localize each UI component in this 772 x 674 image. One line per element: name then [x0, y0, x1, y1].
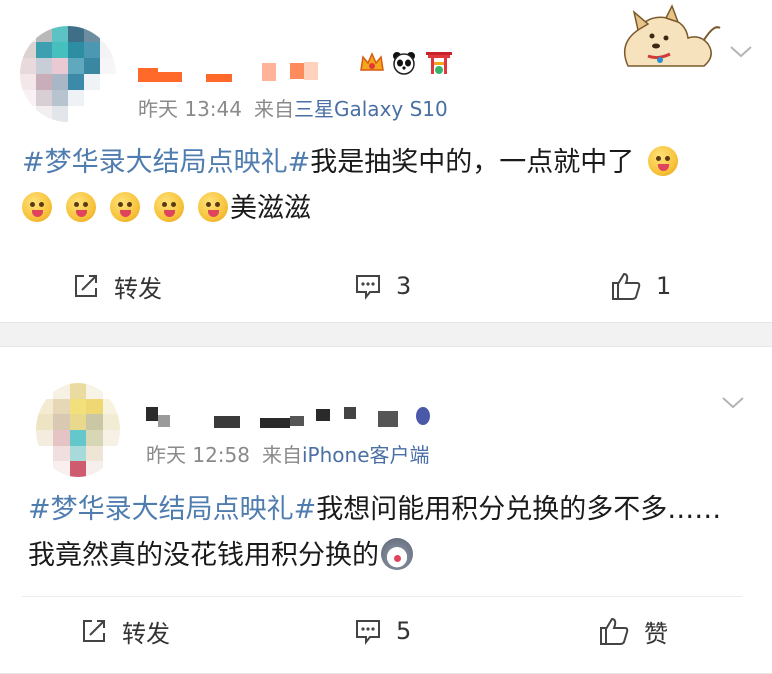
- divider: [22, 596, 742, 597]
- comment-button[interactable]: 3: [354, 256, 411, 316]
- post-content: #梦华录大结局点映礼#我想问能用积分兑换的多不多……我竟然真的没花钱用积分换的: [28, 487, 726, 579]
- comment-count: 5: [396, 617, 412, 645]
- thumbs-up-icon: [612, 272, 641, 300]
- like-label: 赞: [644, 619, 668, 648]
- chevron-down-icon[interactable]: [720, 395, 746, 415]
- like-button[interactable]: 赞: [598, 601, 668, 661]
- thumbs-up-icon: [600, 617, 629, 645]
- like-button[interactable]: 1: [610, 256, 671, 316]
- comment-button[interactable]: 5: [354, 601, 411, 661]
- post-meta: 昨天 12:58 来自iPhone客户端: [146, 439, 430, 468]
- tongue-out-emoji-icon: [22, 192, 52, 222]
- avatar[interactable]: [36, 383, 120, 477]
- tongue-out-emoji-icon: [648, 146, 679, 176]
- tongue-out-emoji-icon: [110, 192, 140, 222]
- post-content: #梦华录大结局点映礼#我是抽奖中的，一点就中了美滋滋: [22, 140, 736, 232]
- weibo-post: 昨天 12:58 来自iPhone客户端 #梦华录大结局点映礼#我想问能用积分兑换…: [0, 346, 772, 674]
- repost-button[interactable]: 转发: [72, 256, 162, 316]
- repost-label: 转发: [122, 619, 170, 648]
- post-text: 我是抽奖中的，一点就中了: [310, 147, 635, 178]
- username-blurred[interactable]: [146, 395, 446, 429]
- post-meta: 昨天 13:44 来自三星Galaxy S10: [138, 93, 448, 122]
- tongue-out-emoji-icon: [66, 192, 96, 222]
- post-source[interactable]: 三星Galaxy S10: [294, 97, 448, 121]
- weibo-post: 昨天 13:44 来自三星Galaxy S10 #梦华录大结局点映礼#我是抽奖中的…: [0, 0, 772, 323]
- username-blurred[interactable]: [138, 56, 348, 82]
- vip-crown-icon: [358, 50, 386, 76]
- source-prefix: 来自: [262, 443, 302, 467]
- festival-badge-icon: [424, 48, 454, 76]
- like-count: 1: [656, 272, 672, 300]
- source-prefix: 来自: [254, 97, 294, 121]
- post-text-end: 美滋滋: [230, 193, 311, 224]
- avatar[interactable]: [20, 26, 116, 122]
- tongue-out-emoji-icon: [198, 192, 228, 222]
- repost-icon: [83, 620, 105, 642]
- action-bar: 转发 5 赞: [0, 601, 772, 661]
- husky-dog-emoji-icon: [381, 538, 413, 570]
- post-time: 昨天 13:44: [138, 97, 242, 121]
- repost-icon: [75, 275, 97, 297]
- action-bar: 转发 3 1: [0, 256, 772, 316]
- hashtag-link[interactable]: #梦华录大结局点映礼#: [28, 494, 316, 525]
- post-time: 昨天 12:58: [146, 443, 250, 467]
- comment-icon: [356, 620, 380, 645]
- decorative-dog-sticker-icon: [608, 4, 722, 76]
- chevron-down-icon[interactable]: [728, 44, 754, 64]
- hashtag-link[interactable]: #梦华录大结局点映礼#: [22, 147, 310, 178]
- repost-button[interactable]: 转发: [80, 601, 170, 661]
- comment-count: 3: [396, 272, 412, 300]
- panda-badge-icon: [390, 50, 418, 76]
- repost-label: 转发: [114, 274, 162, 303]
- comment-icon: [356, 275, 380, 300]
- tongue-out-emoji-icon: [154, 192, 184, 222]
- post-source[interactable]: iPhone客户端: [302, 443, 430, 467]
